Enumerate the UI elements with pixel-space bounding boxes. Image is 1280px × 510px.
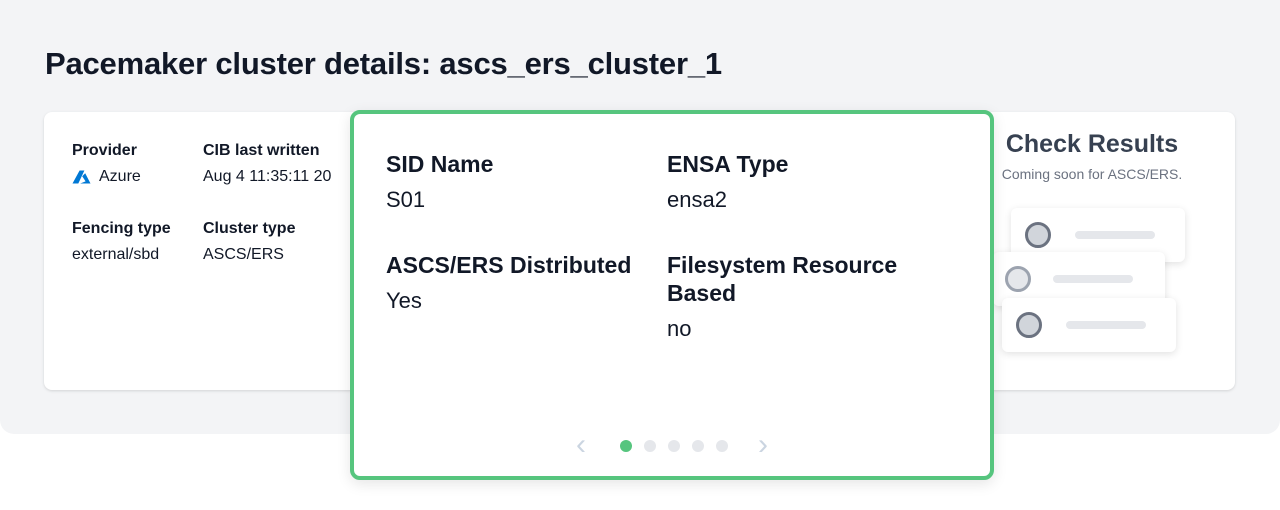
placeholder-line [1075, 231, 1155, 239]
fencing-label: Fencing type [72, 220, 171, 237]
cib-value: Aug 4 11:35:11 20 [203, 168, 332, 185]
fencing-value: external/sbd [72, 246, 160, 263]
azure-icon [72, 170, 91, 184]
check-results-title: Check Results [1005, 130, 1179, 158]
carousel-dot[interactable] [692, 440, 704, 452]
placeholder-line [1053, 275, 1133, 283]
ensa-label: ENSA Type [667, 151, 789, 177]
check-results-subtitle: Coming soon for ASCS/ERS. [1001, 166, 1183, 182]
cluster-type-field: Cluster type ASCS/ERS [203, 218, 295, 266]
chevron-left-icon[interactable]: ‹ [576, 430, 586, 460]
carousel-dot[interactable] [716, 440, 728, 452]
distributed-label: ASCS/ERS Distributed [386, 252, 632, 278]
status-circle-icon [1005, 266, 1031, 292]
cib-label: CIB last written [203, 142, 320, 159]
carousel-dot[interactable] [620, 440, 632, 452]
check-placeholder-card [1002, 298, 1176, 352]
status-circle-icon [1016, 312, 1042, 338]
fencing-field: Fencing type external/sbd [72, 218, 171, 266]
cib-field: CIB last written Aug 4 11:35:11 20 [203, 140, 331, 188]
sid-value: S01 [386, 187, 426, 212]
cluster-type-value: ASCS/ERS [203, 246, 284, 263]
distributed-field: ASCS/ERS Distributed Yes [386, 251, 646, 315]
distributed-value: Yes [386, 288, 422, 313]
provider-name: Azure [99, 168, 141, 185]
carousel-dot[interactable] [644, 440, 656, 452]
filesystem-value: no [667, 316, 692, 341]
sid-label: SID Name [386, 151, 494, 177]
ensa-value: ensa2 [667, 187, 727, 212]
provider-value: Azure [72, 166, 141, 188]
ensa-field: ENSA Type ensa2 [667, 150, 927, 214]
sid-field: SID Name S01 [386, 150, 646, 214]
provider-label: Provider [72, 142, 137, 159]
carousel-dot[interactable] [668, 440, 680, 452]
sap-details-card: SID Name S01 ENSA Type ensa2 ASCS/ERS Di… [350, 110, 994, 480]
page-title: Pacemaker cluster details: ascs_ers_clus… [45, 46, 722, 81]
filesystem-label: Filesystem Resource Based [667, 252, 898, 306]
provider-field: Provider Azure [72, 140, 141, 188]
filesystem-field: Filesystem Resource Based no [667, 251, 907, 343]
placeholder-line [1066, 321, 1146, 329]
cluster-type-label: Cluster type [203, 220, 296, 237]
chevron-right-icon[interactable]: › [758, 430, 768, 460]
status-circle-icon [1025, 222, 1051, 248]
carousel-pager: ‹ › [354, 430, 990, 460]
